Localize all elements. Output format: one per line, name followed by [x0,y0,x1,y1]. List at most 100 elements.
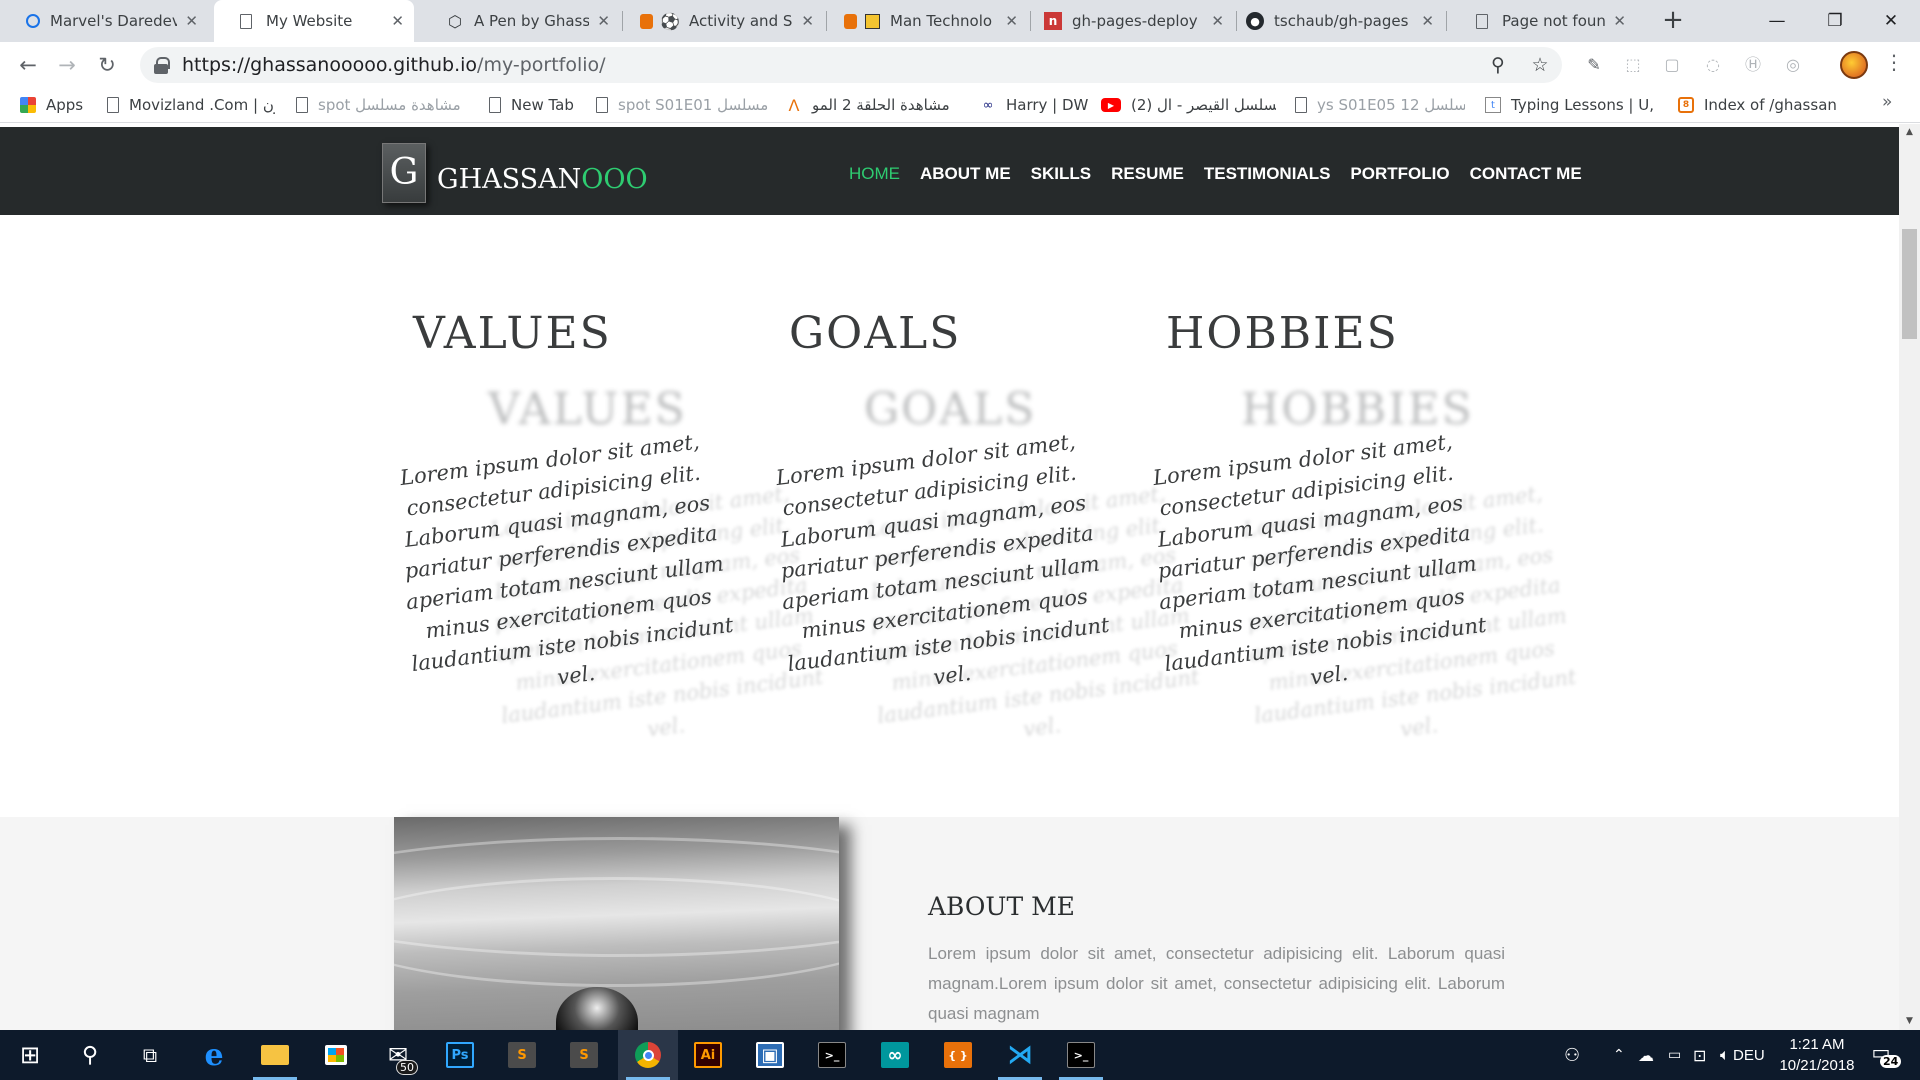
mail-button[interactable]: ✉ 50 [368,1030,428,1080]
page-scrollbar[interactable]: ▲ ▼ [1899,124,1920,1030]
photoshop-button[interactable]: Ps [430,1030,490,1080]
zoom-icon[interactable]: ⚲ [1484,51,1512,79]
reload-button[interactable]: ↻ [92,50,122,80]
volume-icon[interactable]: 🔈︎ [1720,1030,1730,1080]
menu-icon[interactable]: ⋮ [1884,50,1904,74]
task-view-button[interactable]: ⧉ [120,1030,180,1080]
url-host: https://ghassanooooo.github.io [182,54,478,76]
sublime-text-button[interactable]: S [554,1030,614,1080]
nav-skills[interactable]: SKILLS [1031,164,1091,184]
scroll-down-arrow-icon[interactable]: ▼ [1899,1013,1920,1030]
page-icon [596,97,608,113]
vscode-button[interactable]: ⋊ [990,1030,1050,1080]
close-icon[interactable]: ✕ [1613,12,1626,30]
circle-extension-icon[interactable]: ◌ [1702,54,1724,76]
tab-4[interactable]: ⚽ Activity and Sp ✕ [626,0,824,42]
people-icon[interactable]: ⚇ [1564,1030,1580,1080]
terminal-icon: >_ [818,1042,846,1068]
file-explorer-button[interactable] [245,1030,305,1080]
close-icon[interactable]: ✕ [597,12,610,30]
pen-extension-icon[interactable]: ✎ [1583,54,1605,76]
show-hidden-icons-icon[interactable]: ⌃ [1613,1030,1625,1080]
tab-2[interactable]: My Website ✕ [214,0,414,42]
nav-home[interactable]: HOME [849,164,900,184]
brackets-button[interactable]: { } [928,1030,988,1080]
close-icon[interactable]: ✕ [1421,12,1434,30]
store-button[interactable] [306,1030,366,1080]
bookmark-item[interactable]: ▶ (2) مسلسل القيصر - ال [1101,88,1276,122]
bookmark-item[interactable]: t Typing Lessons | U, R [1485,88,1657,122]
soccer-ball-icon: ⚽ [660,11,680,31]
bookmark-item[interactable]: spot مشاهدة مسلسل [296,88,471,122]
chrome-icon [635,1042,661,1068]
tab-3[interactable]: ⬡ A Pen by Ghassan ✕ [420,0,620,42]
search-button[interactable]: ⚲ [60,1030,120,1080]
restore-button[interactable]: ❐ [1806,0,1864,42]
illustrator-icon: Ai [694,1042,722,1068]
target-extension-icon[interactable]: ◎ [1782,54,1804,76]
tab-8[interactable]: Page not found · G ✕ [1450,0,1636,42]
minimize-button[interactable]: — [1748,0,1806,42]
tab-1[interactable]: Marvel's Daredevil ✕ [0,0,208,42]
start-button[interactable]: ⊞ [0,1030,60,1080]
tab-title: My Website [266,12,353,30]
box-extension-icon[interactable]: ▢ [1661,54,1683,76]
console-button[interactable]: >_ [1051,1030,1111,1080]
bookmark-item[interactable]: ∞ Harry | DW [980,88,1089,122]
bookmark-apps[interactable]: Apps [20,88,83,122]
tab-6[interactable]: n gh-pages-deploy ✕ [1034,0,1234,42]
close-window-button[interactable]: ✕ [1862,0,1920,42]
search-icon: ⚲ [81,1042,99,1068]
tab-7[interactable]: ● tschaub/gh-pages ✕ [1240,0,1444,42]
tab-title: Page not found · G [1502,12,1606,30]
tab-5[interactable]: Man Technolo ✕ [830,0,1028,42]
new-tab-button[interactable]: + [1657,6,1689,36]
terminal-button[interactable]: >_ [802,1030,862,1080]
nav-about-me[interactable]: ABOUT ME [920,164,1011,184]
address-bar[interactable]: https://ghassanooooo.github.io/my-portfo… [140,47,1562,83]
values-text: Lorem ipsum dolor sit amet, consectetur … [398,429,735,690]
forward-button[interactable]: → [52,50,82,80]
bookmark-item[interactable]: New Tab [489,88,574,122]
bookmark-label: Index of /ghassan [1704,96,1837,114]
battery-icon[interactable]: ▭ [1668,1030,1681,1080]
nav-resume[interactable]: RESUME [1111,164,1184,184]
profile-avatar[interactable] [1840,51,1868,79]
arduino-button[interactable]: ∞ [865,1030,925,1080]
star-icon[interactable]: ☆ [1526,51,1554,79]
bookmark-item[interactable]: Λ مشاهدة الحلقة 2 المو [786,88,961,122]
close-icon[interactable]: ✕ [391,12,404,30]
logo-mark[interactable]: G [382,143,426,203]
close-icon[interactable]: ✕ [185,12,198,30]
typing-icon: t [1485,97,1501,113]
jet-app-button[interactable]: ▣ [740,1030,800,1080]
scroll-up-arrow-icon[interactable]: ▲ [1899,124,1920,141]
logo-text[interactable]: GHASSANOOO [437,164,648,195]
chrome-button[interactable] [618,1030,678,1080]
back-button[interactable]: ← [13,50,43,80]
nav-portfolio[interactable]: PORTFOLIO [1350,164,1449,184]
scroll-thumb[interactable] [1902,229,1917,339]
nav-testimonials[interactable]: TESTIMONIALS [1204,164,1331,184]
bookmark-item[interactable]: Movizland .Com | ون [107,88,275,122]
about-text: Lorem ipsum dolor sit amet, consectetur … [928,944,1505,1023]
tab-title: Marvel's Daredevil [50,12,178,30]
bookmark-item[interactable]: ys S01E05 12 مسلسل [1295,88,1465,122]
h-extension-icon[interactable]: Ⓗ [1742,54,1764,76]
bookmark-item[interactable]: spot S01E01 مسلسل [596,88,768,122]
bookmark-item[interactable]: 8 Index of /ghassan [1678,88,1837,122]
bookmarks-overflow-button[interactable]: » [1882,92,1892,112]
tab-title: Activity and Sp [689,12,794,30]
sublime-merge-button[interactable]: S [492,1030,552,1080]
nav-contact-me[interactable]: CONTACT ME [1470,164,1582,184]
onedrive-icon[interactable]: ☁ [1638,1030,1654,1080]
edge-button[interactable]: e [184,1030,244,1080]
illustrator-button[interactable]: Ai [678,1030,738,1080]
close-icon[interactable]: ✕ [1005,12,1018,30]
system-clock[interactable]: 1:21 AM 10/21/2018 [1762,1034,1872,1076]
close-icon[interactable]: ✕ [801,12,814,30]
network-icon[interactable]: ⊡ [1693,1030,1706,1080]
close-icon[interactable]: ✕ [1211,12,1224,30]
pdf-extension-icon[interactable]: ⬚ [1622,54,1644,76]
language-indicator[interactable]: DEU [1733,1030,1765,1080]
